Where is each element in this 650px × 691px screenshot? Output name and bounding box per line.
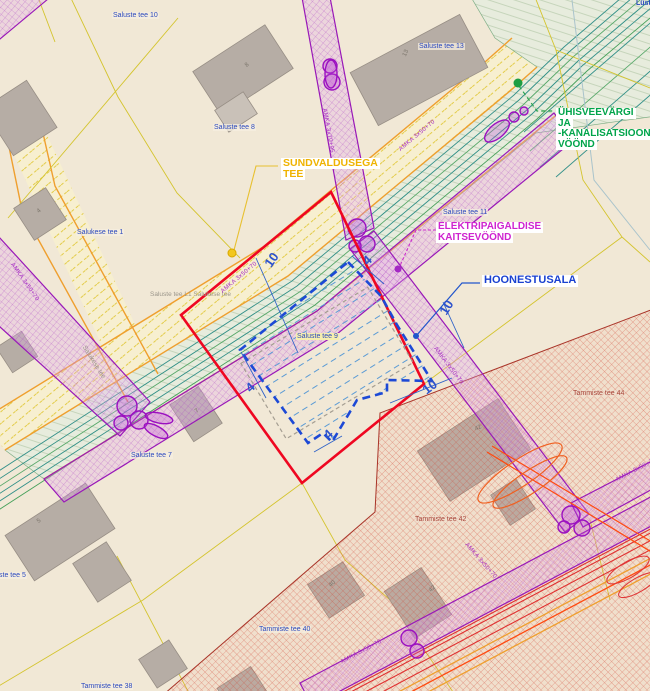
parcel-label: Saluste tee 13 xyxy=(418,43,465,50)
purple-leader-dot xyxy=(395,266,402,273)
legend-text: VÖÖND xyxy=(556,140,597,151)
parcel-label: Saluste tee 9 xyxy=(296,333,339,340)
parcel-label: Saluste tee 5 xyxy=(0,572,27,579)
parcel-label: Tammiste tee 40 xyxy=(258,626,311,633)
legend-uvk-voond: ÜHISVEEVÄRGI JA -KANALISATSIOONI VÖÖND xyxy=(556,108,650,150)
legend-text: ÜHISVEEVÄRGI xyxy=(556,108,636,119)
legend-elektripaigaldise-kaitsevoond: ELEKTRIPAIGALDISE KAITSEVÖÖND xyxy=(436,222,543,243)
green-leader-dot xyxy=(514,79,523,88)
parcel-label: Salukese tee 1 xyxy=(76,229,124,236)
legend-sundvaldusega-tee: SUNDVALDUSEGA TEE xyxy=(281,158,380,180)
parcel-label: Saluste tee 7 xyxy=(130,452,173,459)
parcel-label: Tammiste tee 42 xyxy=(414,516,467,523)
parcel-label: Tammiste tee 38 xyxy=(80,683,133,690)
parcel-label: Saluste tee 11 xyxy=(442,209,488,216)
road-name-label: Saluste tee L1 Salukese tee xyxy=(150,292,231,299)
parcel-label: Tammiste tee 44 xyxy=(572,390,625,397)
legend-text: KAITSEVÖÖND xyxy=(436,233,513,244)
map-drawing xyxy=(0,0,650,691)
legend-text: TEE xyxy=(281,169,305,180)
legend-text: -KANALISATSIOONI xyxy=(556,129,650,140)
parcel-label: Saluste tee 10 xyxy=(112,12,159,19)
yellow-leader-dot xyxy=(228,249,236,257)
legend-text: HOONESTUSALA xyxy=(482,275,578,287)
blue-leader-dot xyxy=(413,333,419,339)
corner-parcel-label: Lüsti xyxy=(636,0,650,7)
detail-plan-map-canvas[interactable]: Saluste tee 10 Saluste tee 13 Saluste te… xyxy=(0,0,650,691)
legend-text: ELEKTRIPAIGALDISE xyxy=(436,222,543,233)
parcel-label: Saluste tee 8 xyxy=(213,124,256,131)
legend-hoonestusala: HOONESTUSALA xyxy=(482,275,578,287)
